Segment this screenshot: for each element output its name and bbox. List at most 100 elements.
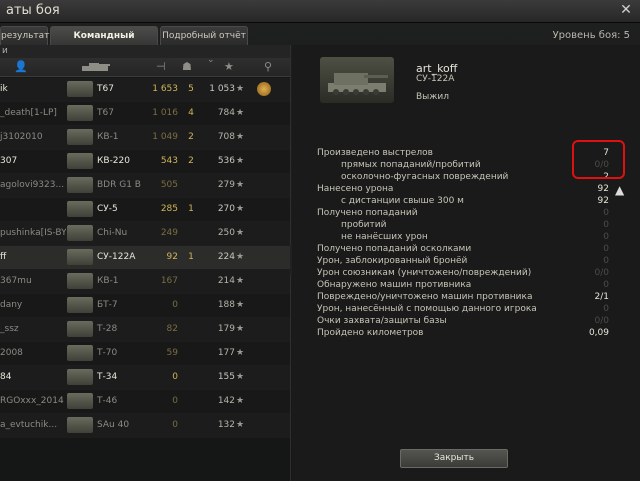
row-vehicle-name: СУ-5 — [97, 204, 118, 214]
stat-label: с дистанции свыше 300 м — [341, 196, 464, 206]
row-damage: 1 016 — [152, 108, 178, 118]
star-icon: ★ — [236, 252, 245, 262]
table-row[interactable]: j3102010 КВ-1 1 049 2 708 ★ — [0, 126, 290, 150]
tab-team-result[interactable]: Командный результат — [50, 26, 158, 59]
tank-icon — [67, 417, 93, 433]
row-player-name: agolovi9323... — [0, 180, 65, 190]
row-xp: 142 — [217, 396, 235, 406]
stat-value: 0 — [603, 244, 609, 254]
table-row[interactable]: 2008 Т-70 59 177 ★ — [0, 342, 290, 366]
table-row[interactable]: dany БТ-7 0 188 ★ — [0, 294, 290, 318]
stat-label: осколочно-фугасных повреждений — [341, 172, 509, 182]
table-row[interactable]: 307 КВ-220 543 2 536 ★ — [0, 150, 290, 174]
stat-row: Получено попаданий осколками 0 — [317, 243, 613, 255]
tank-icon — [67, 225, 93, 241]
tank-icon — [67, 273, 93, 289]
row-player-name: 367mu — [0, 276, 32, 286]
table-row[interactable]: 367mu КВ-1 167 214 ★ — [0, 270, 290, 294]
row-damage: 92 — [166, 252, 178, 262]
sort-chevron-icon[interactable]: ⌄ — [207, 55, 215, 65]
row-kills: 1 — [188, 252, 194, 262]
table-row[interactable]: pushinka[IS-BY] Chi-Nu 249 250 ★ — [0, 222, 290, 246]
stat-value: 92 — [597, 196, 609, 206]
highlight-annotation — [572, 140, 625, 179]
table-row[interactable]: RGOxxx_2014 Т-46 0 142 ★ — [0, 390, 290, 414]
tank-icon — [67, 297, 93, 313]
stat-label: Получено попаданий — [317, 208, 418, 218]
row-player-name: _death[1-LP] — [0, 108, 57, 118]
row-vehicle-name: BDR G1 B — [97, 180, 141, 190]
star-icon: ★ — [236, 156, 245, 166]
star-icon: ★ — [236, 348, 245, 358]
player-icon[interactable]: 👤 — [14, 60, 28, 73]
player-list: ik T67 1 653 5 1 053 ★ _death[1-LP] T67 1 016 4 78… — [0, 78, 290, 438]
stat-row: Нанесено урона 92 — [317, 183, 613, 195]
row-player-name: RGOxxx_2014 — [0, 396, 64, 406]
table-row[interactable]: agolovi9323... BDR G1 B 505 279 ★ — [0, 174, 290, 198]
row-vehicle-name: КВ-1 — [97, 276, 119, 286]
row-vehicle-name: T67 — [97, 84, 114, 94]
table-row[interactable]: a_evtuchik... SAu 40 0 132 ★ — [0, 414, 290, 438]
row-xp: 784 — [217, 108, 235, 118]
star-icon: ★ — [236, 324, 245, 334]
table-row[interactable]: ik T67 1 653 5 1 053 ★ — [0, 78, 290, 102]
row-vehicle-name: БТ-7 — [97, 300, 118, 310]
stat-label: Урон, нанесённый с помощью данного игрок… — [317, 304, 537, 314]
stat-row: Очки захвата/защиты базы 0/0 — [317, 315, 613, 327]
tank-icon — [67, 393, 93, 409]
tank-icon — [67, 177, 93, 193]
row-player-name: j3102010 — [0, 132, 43, 142]
table-row[interactable]: _ssz Т-28 82 179 ★ — [0, 318, 290, 342]
row-player-name: dany — [0, 300, 23, 310]
close-window-icon[interactable]: ✕ — [618, 2, 634, 18]
vehicle-portrait — [320, 57, 394, 103]
row-player-name: _ssz — [0, 324, 19, 334]
row-player-name: 307 — [0, 156, 18, 166]
row-damage: 167 — [160, 276, 178, 286]
row-xp: 224 — [217, 252, 235, 262]
star-icon: ★ — [236, 276, 245, 286]
kills-icon[interactable]: ☗ — [182, 60, 192, 73]
stat-row: Получено попаданий 0 — [317, 207, 613, 219]
row-xp: 708 — [217, 132, 235, 142]
table-row[interactable]: ff СУ-122А 92 1 224 ★ — [0, 246, 290, 270]
stat-label: Получено попаданий осколками — [317, 244, 472, 254]
tank-icon — [67, 81, 93, 97]
row-player-name: pushinka[IS-BY] — [0, 228, 66, 238]
table-row[interactable]: СУ-5 285 1 270 ★ — [0, 198, 290, 222]
stats-list: Произведено выстрелов 7 прямых попаданий/п… — [317, 147, 613, 339]
stat-label: Урон, заблокированный бронёй — [317, 256, 468, 266]
tab-bar: результат Командный результат Подробный … — [0, 26, 640, 59]
xp-icon[interactable]: ★ — [224, 60, 234, 73]
tank-icon — [67, 201, 93, 217]
tab-personal-result[interactable]: результат — [0, 26, 49, 45]
tank-icon — [67, 369, 93, 385]
row-xp: 279 — [217, 180, 235, 190]
row-player-name: a_evtuchik... — [0, 420, 58, 430]
stat-row: Урон, заблокированный бронёй 0 — [317, 255, 613, 267]
medal-icon[interactable]: ⚲ — [264, 60, 272, 73]
stat-value: 0 — [603, 208, 609, 218]
row-damage: 82 — [166, 324, 178, 334]
table-row[interactable]: _death[1-LP] T67 1 016 4 784 ★ — [0, 102, 290, 126]
row-vehicle-name: СУ-122А — [97, 252, 136, 262]
row-kills: 1 — [188, 204, 194, 214]
stat-value: 0/0 — [594, 268, 609, 278]
stat-row: с дистанции свыше 300 м 92 — [317, 195, 613, 207]
row-player-name: ik — [0, 84, 8, 94]
row-vehicle-name: T67 — [97, 108, 114, 118]
tab-detailed-report[interactable]: Подробный отчёт — [160, 26, 248, 45]
close-button[interactable]: Закрыть — [400, 449, 508, 468]
row-kills: 4 — [188, 108, 194, 118]
row-damage: 0 — [172, 396, 178, 406]
stat-row: прямых попаданий/пробитий 0/0 — [317, 159, 613, 171]
vehicle-icon[interactable] — [80, 62, 112, 75]
star-icon: ★ — [236, 300, 245, 310]
damage-icon[interactable]: ⊣ — [156, 60, 166, 73]
survival-status: Выжил — [416, 92, 449, 102]
table-row[interactable]: 84 Т-34 0 155 ★ — [0, 366, 290, 390]
vehicle-name: СУ-122А — [416, 74, 455, 84]
row-kills: 5 — [188, 84, 194, 94]
star-icon: ★ — [236, 228, 245, 238]
row-vehicle-name: Т-34 — [97, 372, 118, 382]
